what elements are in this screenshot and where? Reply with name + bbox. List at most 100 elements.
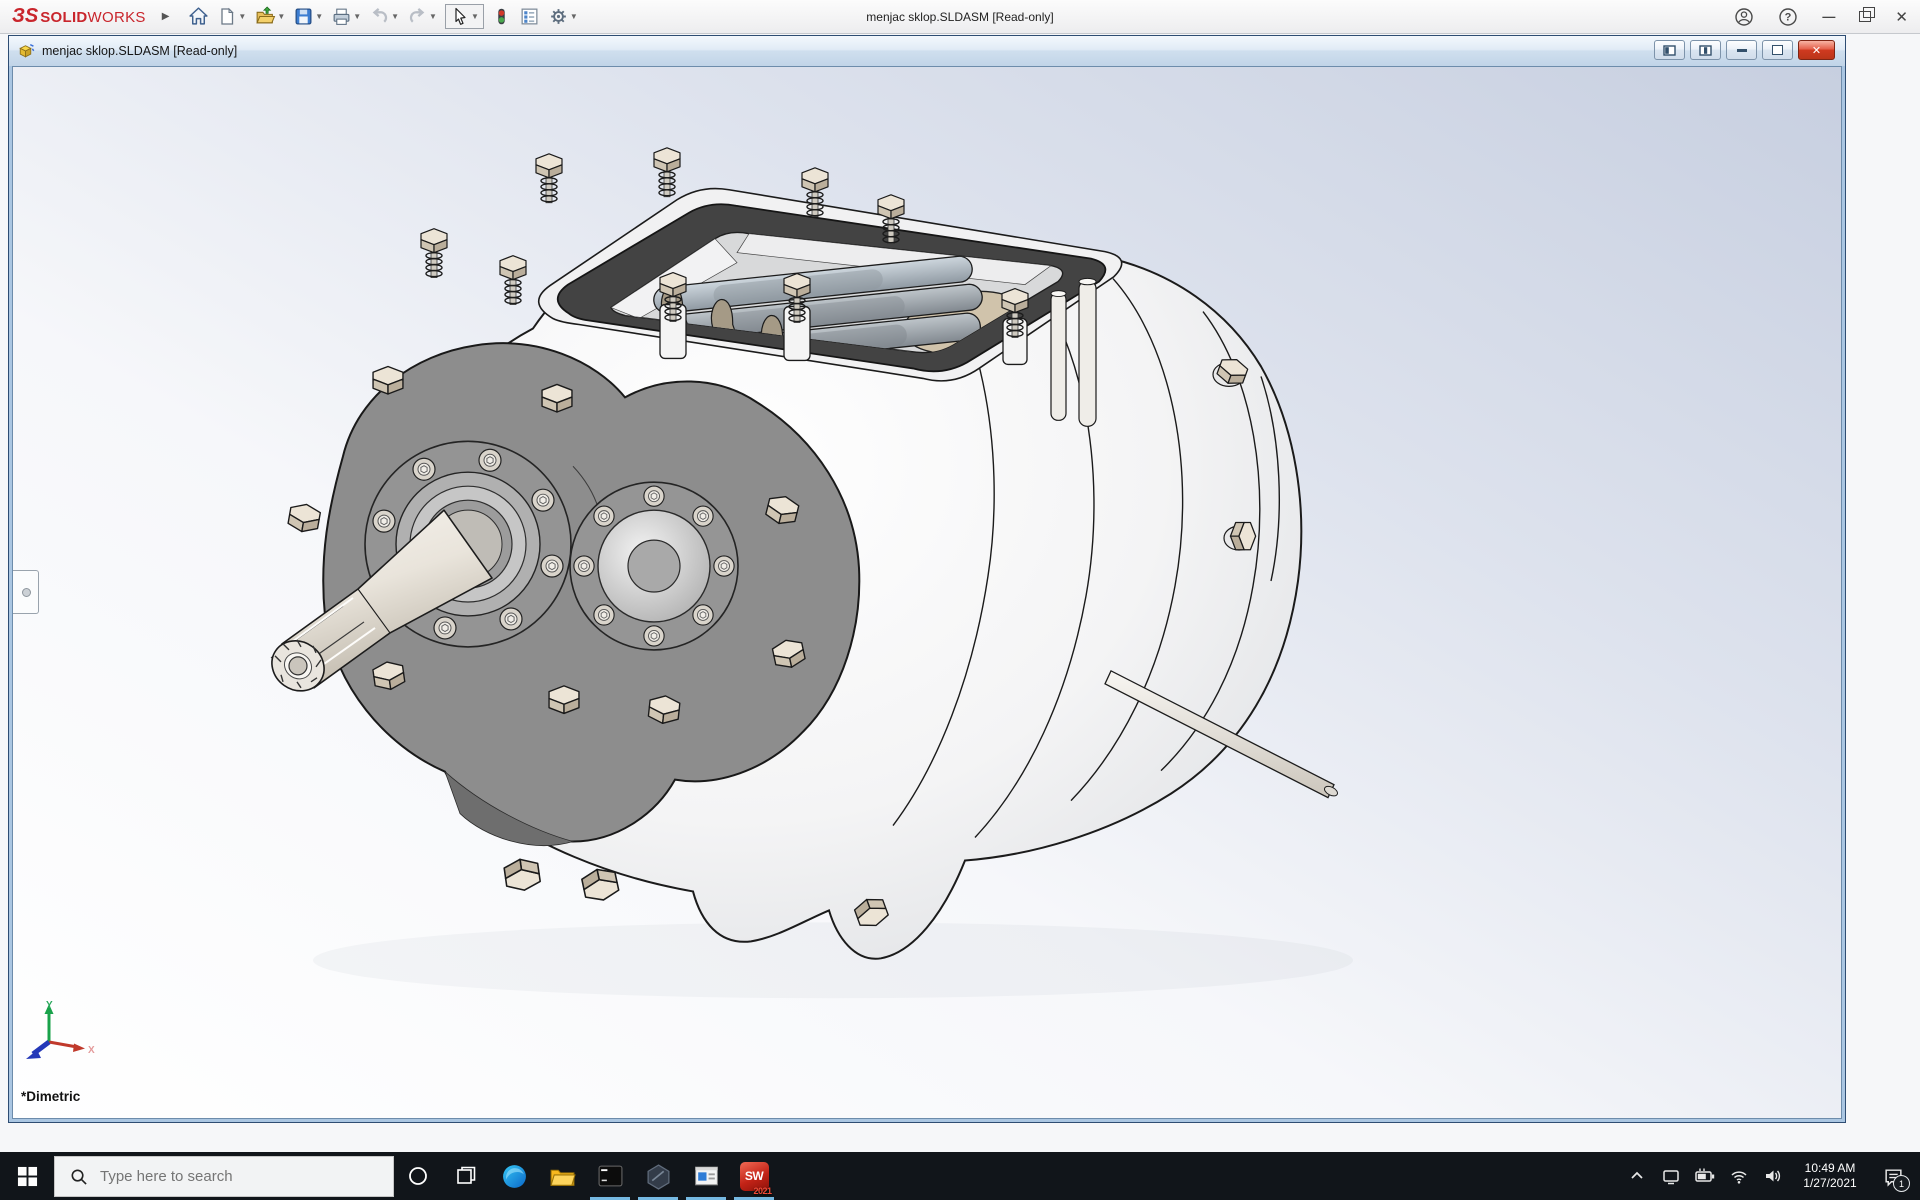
volume-icon [1763, 1166, 1783, 1186]
print-button[interactable]: ▼ [328, 4, 364, 29]
edge-icon [501, 1163, 528, 1190]
taskbar-app-edge[interactable] [490, 1152, 538, 1200]
solidworks-logo: ЗS SOLID WORKS [12, 5, 146, 28]
solidworks-year: 2021 [753, 1186, 771, 1196]
save-button[interactable]: ▼ [290, 4, 326, 29]
doc-minimize-icon [1737, 49, 1747, 52]
cortana-icon [407, 1165, 429, 1187]
restore-button[interactable] [1859, 11, 1871, 22]
home-button[interactable] [185, 4, 212, 29]
tray-battery-button[interactable] [1688, 1152, 1722, 1200]
doc-restore-icon [1772, 45, 1783, 55]
tray-time: 10:49 AM [1790, 1161, 1870, 1176]
select-caret-icon[interactable]: ▼ [471, 12, 479, 21]
windows-logo-icon [17, 1166, 38, 1187]
options-caret-icon[interactable]: ▼ [570, 12, 578, 21]
undo-button[interactable]: ▼ [366, 4, 402, 29]
account-button[interactable] [1734, 7, 1754, 27]
tray-wifi-button[interactable] [1722, 1152, 1756, 1200]
wifi-icon [1729, 1166, 1749, 1186]
command-prompt-icon [597, 1163, 624, 1190]
solidworks-icon: SW 2021 [740, 1162, 769, 1191]
account-icon [1734, 7, 1754, 27]
brand-works: WORKS [88, 9, 146, 26]
taskbar-app-hexagon[interactable] [634, 1152, 682, 1200]
select-arrow-icon [450, 6, 470, 27]
restore-icon [1859, 11, 1871, 22]
tray-clock[interactable]: 10:49 AM 1/27/2021 [1790, 1161, 1870, 1191]
document-title: menjac sklop.SLDASM [Read-only] [42, 44, 237, 58]
feature-tree-collapsed-tab[interactable] [13, 570, 39, 614]
interference-check-button[interactable] [489, 4, 514, 29]
app-title: menjac sklop.SLDASM [Read-only] [866, 10, 1053, 24]
home-icon [188, 6, 209, 27]
notification-badge: 1 [1893, 1175, 1910, 1192]
hexagon-app-icon [645, 1163, 672, 1190]
battery-icon [1694, 1166, 1716, 1186]
system-tray: 10:49 AM 1/27/2021 1 [1620, 1152, 1920, 1200]
quick-toolbar: ▼ ▼ ▼ ▼ ▼ ▼ ▼ [185, 4, 580, 29]
taskbar-search[interactable] [54, 1156, 394, 1197]
solidworks-glyph: SW [745, 1169, 763, 1183]
options-button[interactable]: ▼ [545, 4, 581, 29]
display-settings-button[interactable] [516, 4, 543, 29]
search-icon [69, 1167, 88, 1186]
gearbox-model[interactable] [13, 67, 1841, 1118]
tab-handle-icon [22, 588, 31, 597]
print-caret-icon[interactable]: ▼ [353, 12, 361, 21]
graphics-viewport[interactable]: Y X *Dimetric [12, 66, 1842, 1119]
open-folder-icon [254, 6, 276, 27]
pane-right-button[interactable] [1690, 40, 1721, 60]
search-input[interactable] [98, 1167, 352, 1186]
new-document-icon [217, 6, 237, 27]
task-view-icon [455, 1165, 477, 1187]
undo-caret-icon[interactable]: ▼ [391, 12, 399, 21]
window-controls: ? — ✕ [1734, 7, 1908, 27]
reference-triad: Y X [19, 998, 99, 1078]
pane-left-icon [1663, 45, 1676, 56]
cortana-button[interactable] [394, 1152, 442, 1200]
redo-button[interactable]: ▼ [404, 4, 440, 29]
orientation-label: *Dimetric [21, 1089, 80, 1104]
document-titlebar[interactable]: menjac sklop.SLDASM [Read-only] ✕ [9, 36, 1845, 66]
doc-restore-button[interactable] [1762, 40, 1793, 60]
triad-x-label: X [88, 1045, 95, 1056]
taskbar: SW 2021 10:49 AM 1/27/2021 [0, 1152, 1920, 1200]
doc-close-button[interactable]: ✕ [1798, 40, 1835, 60]
toolbar-flyout-icon[interactable]: ▶ [162, 11, 170, 22]
tray-volume-button[interactable] [1756, 1152, 1790, 1200]
redo-icon [407, 6, 428, 27]
traffic-light-icon [492, 6, 511, 27]
doc-close-icon: ✕ [1812, 44, 1821, 57]
open-button[interactable]: ▼ [251, 4, 288, 29]
save-caret-icon[interactable]: ▼ [315, 12, 323, 21]
taskbar-app-file-explorer[interactable] [538, 1152, 586, 1200]
window-app-icon [693, 1163, 720, 1190]
action-center-button[interactable]: 1 [1870, 1152, 1916, 1200]
brand-solid: SOLID [40, 9, 87, 26]
doc-minimize-button[interactable] [1726, 40, 1757, 60]
task-view-button[interactable] [442, 1152, 490, 1200]
open-caret-icon[interactable]: ▼ [277, 12, 285, 21]
chevron-up-icon [1627, 1166, 1647, 1186]
start-button[interactable] [0, 1152, 54, 1200]
svg-text:?: ? [1785, 11, 1792, 23]
app-titlebar: ЗS SOLID WORKS ▶ ▼ ▼ ▼ ▼ [0, 0, 1920, 34]
taskbar-app-window[interactable] [682, 1152, 730, 1200]
new-document-caret-icon[interactable]: ▼ [238, 12, 246, 21]
redo-caret-icon[interactable]: ▼ [429, 12, 437, 21]
minimize-button[interactable]: — [1822, 9, 1835, 24]
tray-show-hidden-button[interactable] [1620, 1152, 1654, 1200]
taskbar-app-command-prompt[interactable] [586, 1152, 634, 1200]
display-icon [1661, 1166, 1681, 1186]
pane-left-button[interactable] [1654, 40, 1685, 60]
assembly-document-icon [16, 42, 35, 61]
taskbar-app-solidworks[interactable]: SW 2021 [730, 1152, 778, 1200]
tray-display-button[interactable] [1654, 1152, 1688, 1200]
select-tool-button[interactable]: ▼ [445, 4, 484, 29]
close-button[interactable]: ✕ [1895, 8, 1908, 26]
new-document-button[interactable]: ▼ [214, 4, 249, 29]
undo-icon [369, 6, 390, 27]
help-button[interactable]: ? [1778, 7, 1798, 27]
pane-right-icon [1699, 45, 1712, 56]
